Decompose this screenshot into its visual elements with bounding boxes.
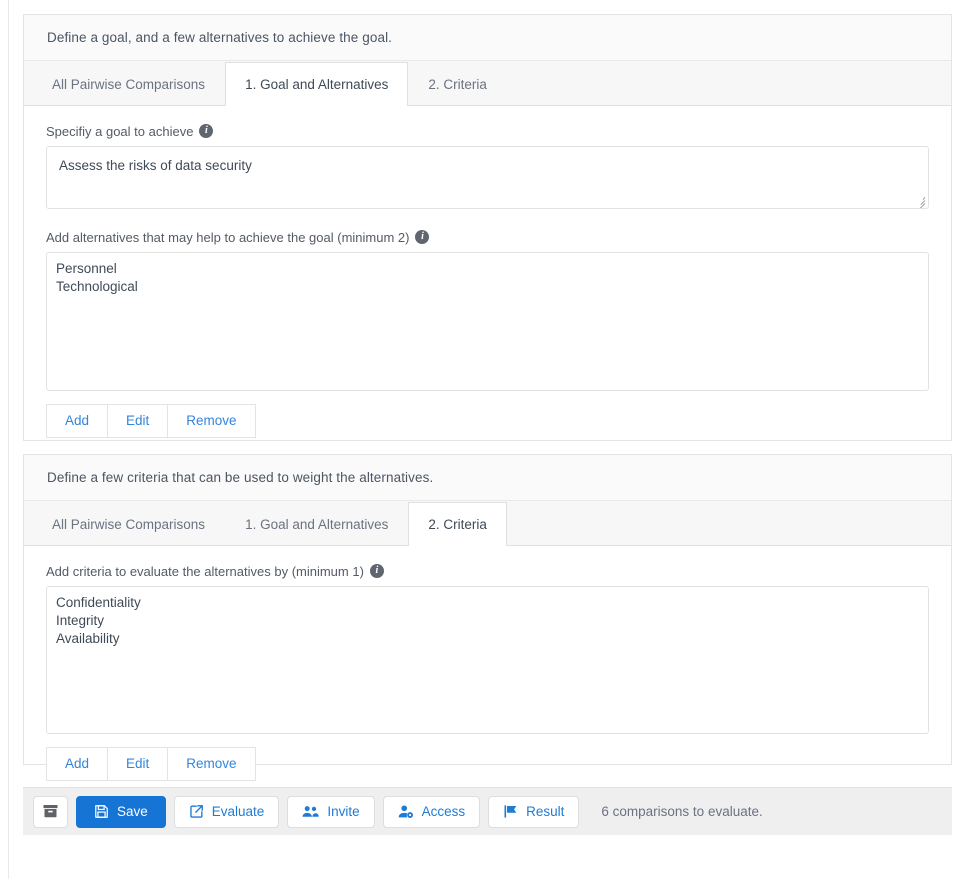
result-button[interactable]: Result xyxy=(488,796,579,828)
tab-all-pairwise-comparisons[interactable]: All Pairwise Comparisons xyxy=(32,502,225,545)
tab-criteria[interactable]: 2. Criteria xyxy=(408,62,507,105)
floppy-disk-icon xyxy=(94,804,109,819)
tab-label: 1. Goal and Alternatives xyxy=(245,517,388,532)
criteria-field-label-text: Add criteria to evaluate the alternative… xyxy=(46,565,364,578)
goal-textarea-value: Assess the risks of data security xyxy=(59,158,252,173)
goal-field-label: Specifiy a goal to achieve i xyxy=(46,124,929,138)
criteria-listbox[interactable]: Confidentiality Integrity Availability xyxy=(46,586,929,734)
alternatives-field-label-text: Add alternatives that may help to achiev… xyxy=(46,231,409,244)
criteria-panel: Define a few criteria that can be used t… xyxy=(23,454,952,765)
resize-grip-icon[interactable] xyxy=(915,195,926,206)
tab-label: 2. Criteria xyxy=(428,517,487,532)
remove-criterion-button[interactable]: Remove xyxy=(167,747,255,781)
edit-criterion-button[interactable]: Edit xyxy=(107,747,167,781)
invite-button-label: Invite xyxy=(327,804,359,819)
info-icon[interactable]: i xyxy=(199,124,213,138)
goal-field-label-text: Specifiy a goal to achieve xyxy=(46,125,193,138)
criteria-panel-tabstrip: All Pairwise Comparisons 1. Goal and Alt… xyxy=(24,501,951,546)
access-button-label: Access xyxy=(422,804,466,819)
edit-alternative-button[interactable]: Edit xyxy=(107,404,167,438)
save-button[interactable]: Save xyxy=(76,796,166,828)
flag-icon xyxy=(503,804,518,819)
alternatives-button-group: Add Edit Remove xyxy=(46,404,256,438)
tab-label: 1. Goal and Alternatives xyxy=(245,77,388,92)
criteria-panel-header-text: Define a few criteria that can be used t… xyxy=(47,470,433,485)
invite-button[interactable]: Invite xyxy=(287,796,374,828)
alternatives-field-label: Add alternatives that may help to achiev… xyxy=(46,230,929,244)
add-criterion-button[interactable]: Add xyxy=(46,747,107,781)
criteria-panel-body: Add criteria to evaluate the alternative… xyxy=(24,546,951,781)
info-icon[interactable]: i xyxy=(415,230,429,244)
comparisons-status-text: 6 comparisons to evaluate. xyxy=(601,804,762,819)
criteria-panel-header: Define a few criteria that can be used t… xyxy=(24,455,951,501)
list-item[interactable]: Technological xyxy=(47,278,928,296)
tabstrip-filler xyxy=(507,61,951,106)
result-button-label: Result xyxy=(526,804,564,819)
tab-label: 2. Criteria xyxy=(428,77,487,92)
goal-panel-header-text: Define a goal, and a few alternatives to… xyxy=(47,30,392,45)
goal-panel-body: Specifiy a goal to achieve i Assess the … xyxy=(24,106,951,438)
list-item[interactable]: Integrity xyxy=(47,612,928,630)
alternatives-listbox[interactable]: Personnel Technological xyxy=(46,252,929,391)
access-button[interactable]: Access xyxy=(383,796,481,828)
criteria-field-label: Add criteria to evaluate the alternative… xyxy=(46,564,929,578)
evaluate-button[interactable]: Evaluate xyxy=(174,796,280,828)
goal-textarea[interactable]: Assess the risks of data security xyxy=(46,146,929,209)
tab-label: All Pairwise Comparisons xyxy=(52,77,205,92)
list-item[interactable]: Availability xyxy=(47,630,928,648)
evaluate-button-label: Evaluate xyxy=(212,804,265,819)
criteria-button-group: Add Edit Remove xyxy=(46,747,256,781)
tab-goal-and-alternatives[interactable]: 1. Goal and Alternatives xyxy=(225,62,408,106)
person-gear-icon xyxy=(398,804,414,819)
list-item[interactable]: Personnel xyxy=(47,260,928,278)
page-container: Define a goal, and a few alternatives to… xyxy=(8,0,959,879)
tab-goal-and-alternatives[interactable]: 1. Goal and Alternatives xyxy=(225,502,408,545)
tabstrip-filler xyxy=(507,501,951,546)
goal-panel-header: Define a goal, and a few alternatives to… xyxy=(24,15,951,61)
save-button-label: Save xyxy=(117,804,148,819)
tab-label: All Pairwise Comparisons xyxy=(52,517,205,532)
list-item[interactable]: Confidentiality xyxy=(47,594,928,612)
people-icon xyxy=(302,804,319,819)
goal-panel-tabstrip: All Pairwise Comparisons 1. Goal and Alt… xyxy=(24,61,951,106)
bottom-toolbar: Save Evaluate Invite xyxy=(23,787,952,835)
info-icon[interactable]: i xyxy=(370,564,384,578)
tab-all-pairwise-comparisons[interactable]: All Pairwise Comparisons xyxy=(32,62,225,105)
tab-criteria[interactable]: 2. Criteria xyxy=(408,502,507,546)
archive-icon xyxy=(43,804,58,819)
goal-and-alternatives-panel: Define a goal, and a few alternatives to… xyxy=(23,14,952,441)
external-link-icon xyxy=(189,804,204,819)
remove-alternative-button[interactable]: Remove xyxy=(167,404,255,438)
archive-button[interactable] xyxy=(33,796,68,828)
add-alternative-button[interactable]: Add xyxy=(46,404,107,438)
